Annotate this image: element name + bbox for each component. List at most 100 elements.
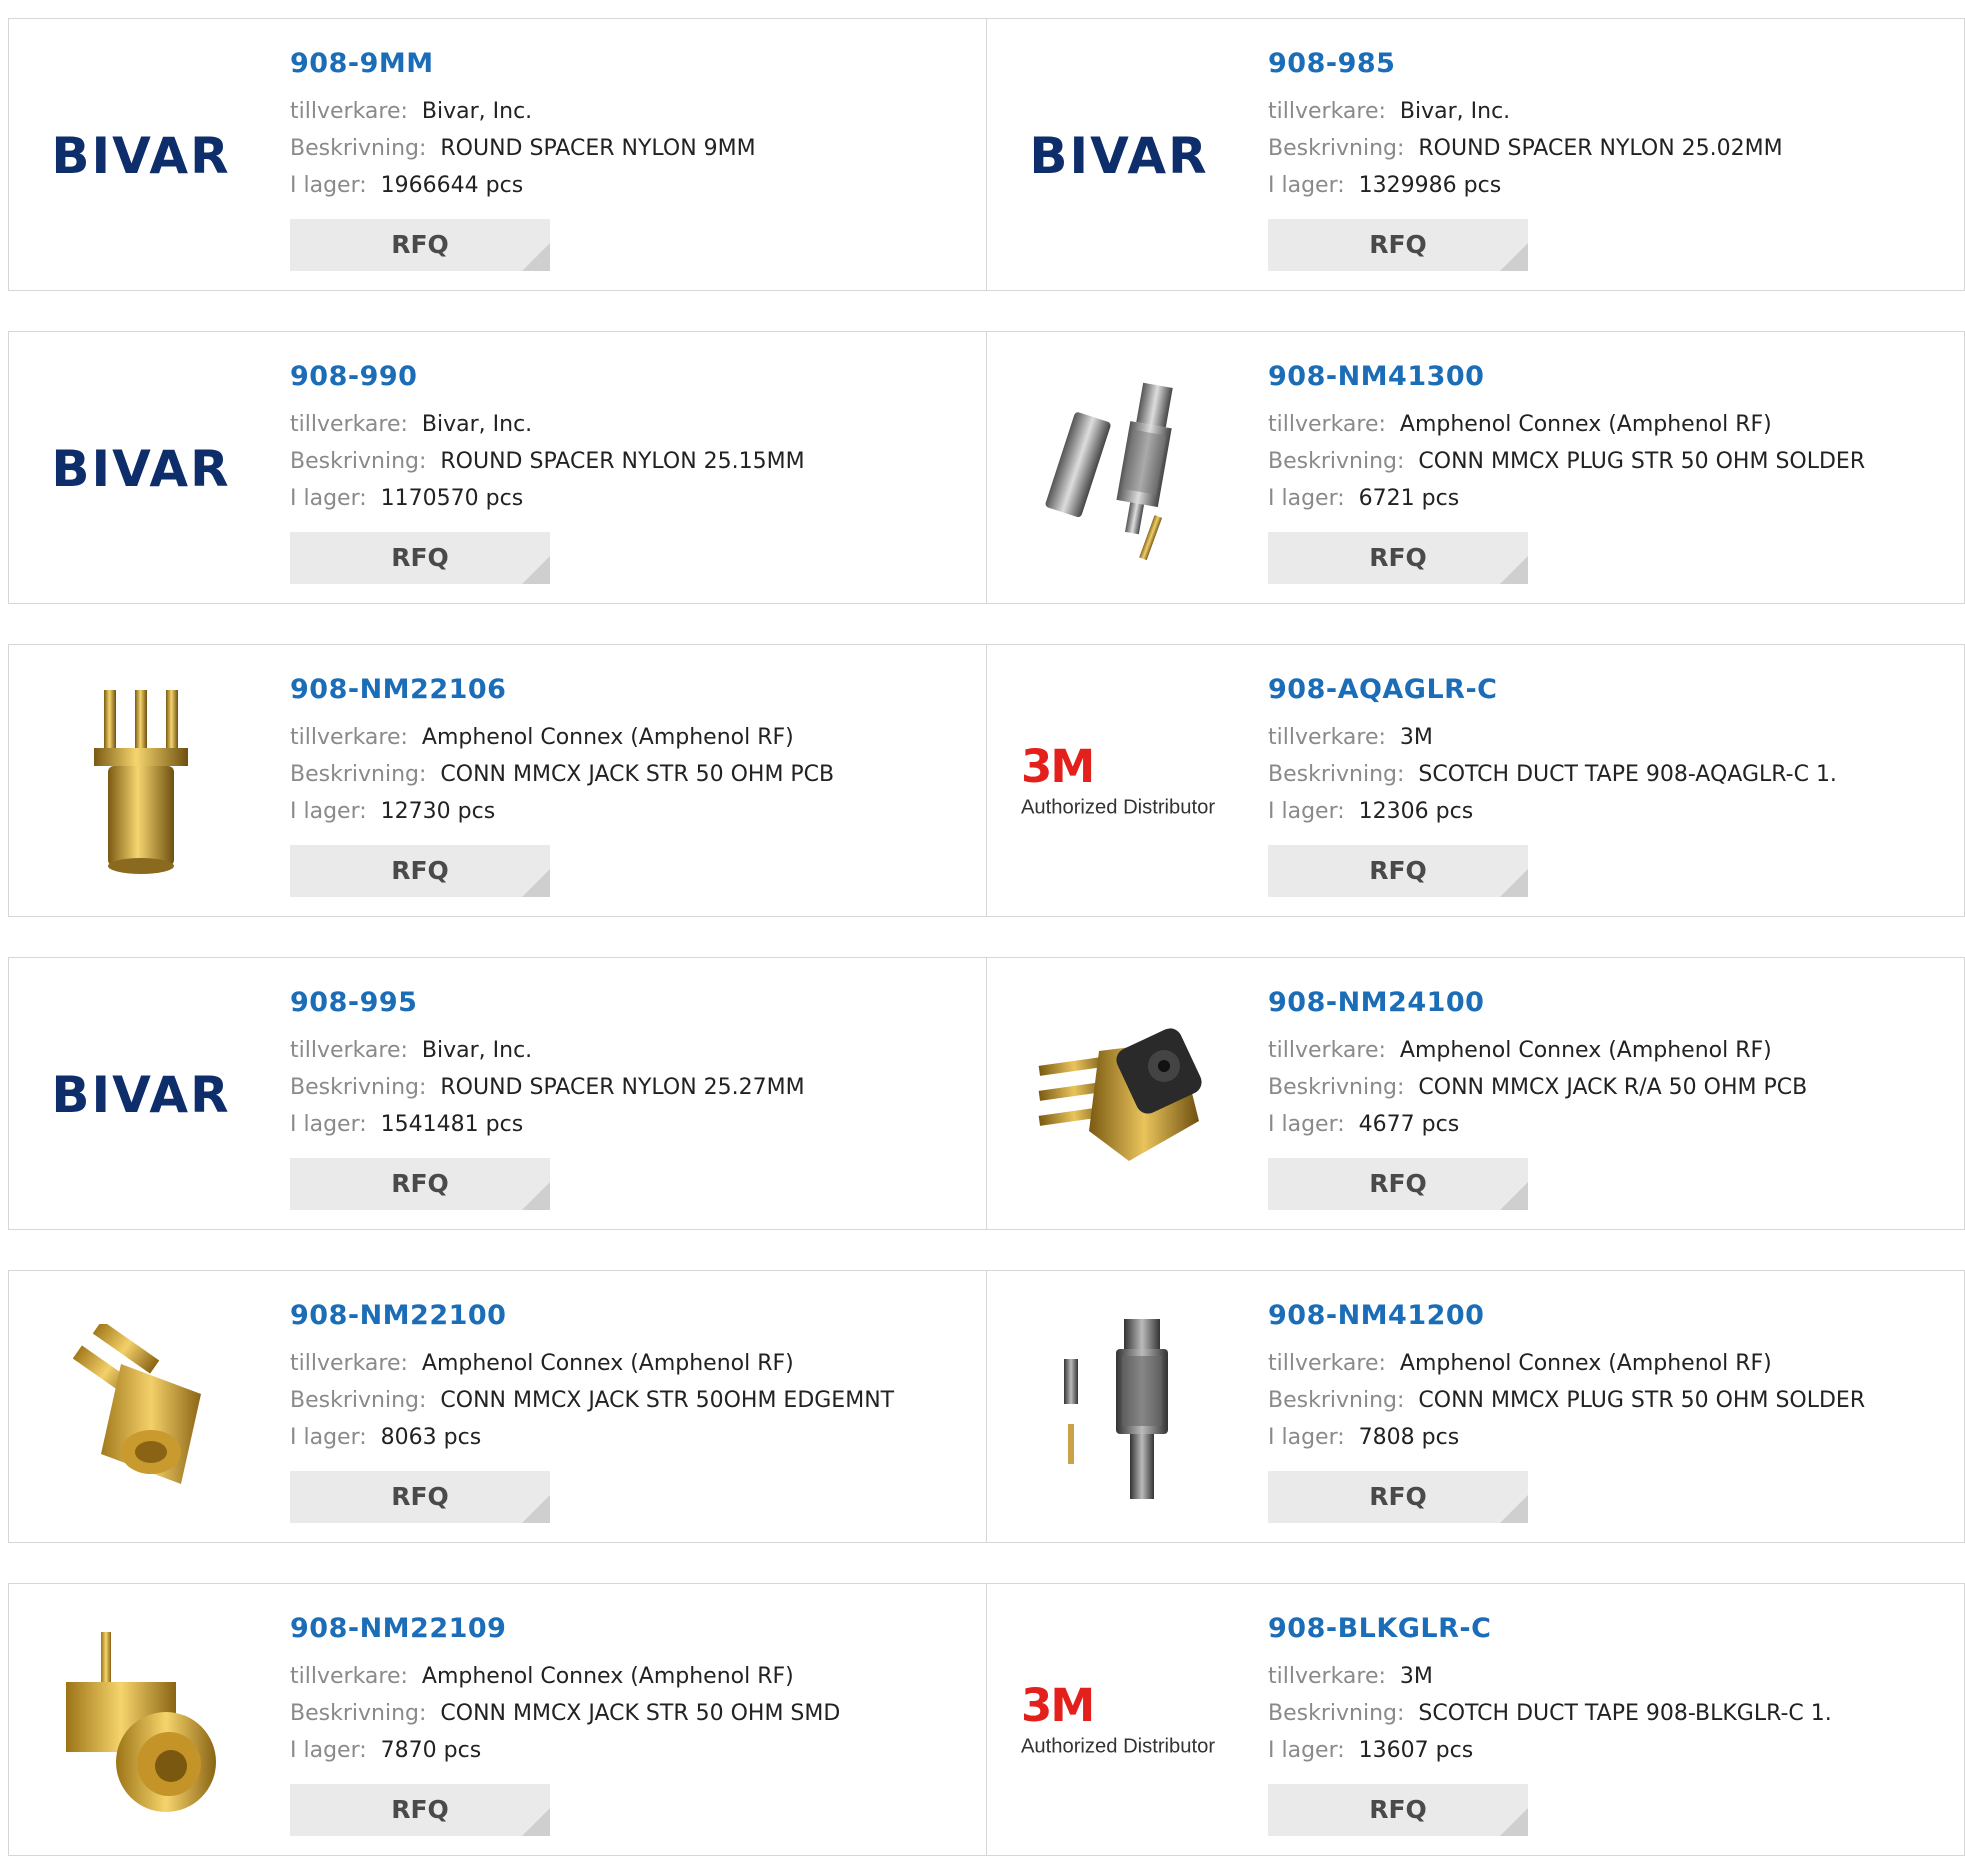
- manufacturer-line: tillverkare: 3M: [1268, 1658, 1954, 1695]
- rfq-button[interactable]: RFQ: [1268, 1784, 1528, 1836]
- description-value: CONN MMCX JACK STR 50 OHM PCB: [440, 762, 835, 787]
- part-number-link[interactable]: 908-NM41300: [1268, 360, 1954, 394]
- part-number-link[interactable]: 908-985: [1268, 47, 1954, 81]
- svg-text:3M: 3M: [1021, 740, 1093, 793]
- rfq-corner-decoration: [522, 1495, 550, 1523]
- part-number-link[interactable]: 908-NM22109: [290, 1612, 976, 1646]
- stock-line: I lager: 1966644 pcs: [290, 167, 976, 204]
- manufacturer-value: Amphenol Connex (Amphenol RF): [1399, 1038, 1772, 1063]
- rfq-corner-decoration: [1500, 243, 1528, 271]
- product-image[interactable]: [1019, 1309, 1219, 1509]
- stock-value: 1170570 pcs: [380, 486, 524, 511]
- product-image[interactable]: [41, 683, 241, 883]
- manufacturer-line: tillverkare: Amphenol Connex (Amphenol RF…: [1268, 406, 1954, 443]
- rfq-button[interactable]: RFQ: [1268, 532, 1528, 584]
- manufacturer-label: tillverkare:: [290, 412, 408, 437]
- description-line: Beskrivning: CONN MMCX JACK R/A 50 OHM PC…: [1268, 1069, 1954, 1106]
- description-value: CONN MMCX PLUG STR 50 OHM SOLDER: [1418, 449, 1866, 474]
- manufacturer-line: tillverkare: Amphenol Connex (Amphenol RF…: [1268, 1032, 1954, 1069]
- rfq-corner-decoration: [1500, 1495, 1528, 1523]
- product-image[interactable]: BIVAR: [41, 996, 241, 1196]
- mmcx-jack-smd-icon: [66, 1632, 216, 1812]
- product-image[interactable]: BIVAR: [41, 57, 241, 257]
- manufacturer-value: Bivar, Inc.: [1399, 99, 1511, 124]
- stock-line: I lager: 13607 pcs: [1268, 1732, 1954, 1769]
- product-image[interactable]: BIVAR: [1019, 57, 1219, 257]
- part-number-link[interactable]: 908-BLKGLR-C: [1268, 1612, 1954, 1646]
- description-line: Beskrivning: SCOTCH DUCT TAPE 908-AQAGLR-…: [1268, 756, 1954, 793]
- stock-value: 13607 pcs: [1358, 1738, 1474, 1763]
- stock-value: 12306 pcs: [1358, 799, 1474, 824]
- rfq-button[interactable]: RFQ: [1268, 1471, 1528, 1523]
- product-image[interactable]: 3M Authorized Distributor: [1019, 1622, 1219, 1822]
- product-row: BIVAR 908-9MM tillverkare: Bivar, Inc. Be…: [8, 18, 1965, 291]
- rfq-corner-decoration: [522, 243, 550, 271]
- product-info: 908-NM22100 tillverkare: Amphenol Connex …: [290, 1299, 976, 1456]
- product-image[interactable]: [1019, 996, 1219, 1196]
- svg-text:Authorized Distributor: Authorized Distributor: [1021, 795, 1215, 818]
- product-image[interactable]: [41, 1309, 241, 1509]
- product-image[interactable]: [41, 1622, 241, 1822]
- description-label: Beskrivning:: [1268, 449, 1405, 474]
- product-card: 3M Authorized Distributor 908-BLKGLR-C t…: [986, 1584, 1964, 1855]
- description-label: Beskrivning:: [290, 762, 427, 787]
- product-info: 908-995 tillverkare: Bivar, Inc. Beskrivn…: [290, 986, 976, 1143]
- manufacturer-label: tillverkare:: [1268, 99, 1386, 124]
- stock-value: 1966644 pcs: [380, 173, 524, 198]
- stock-line: I lager: 1541481 pcs: [290, 1106, 976, 1143]
- stock-line: I lager: 12306 pcs: [1268, 793, 1954, 830]
- product-card: 3M Authorized Distributor 908-AQAGLR-C t…: [986, 645, 1964, 916]
- manufacturer-value: Amphenol Connex (Amphenol RF): [421, 1351, 794, 1376]
- description-line: Beskrivning: ROUND SPACER NYLON 25.27MM: [290, 1069, 976, 1106]
- rfq-corner-decoration: [1500, 556, 1528, 584]
- rfq-button[interactable]: RFQ: [290, 1471, 550, 1523]
- rfq-button[interactable]: RFQ: [1268, 1158, 1528, 1210]
- rfq-button[interactable]: RFQ: [290, 219, 550, 271]
- part-number-link[interactable]: 908-NM24100: [1268, 986, 1954, 1020]
- part-number-link[interactable]: 908-9MM: [290, 47, 976, 81]
- stock-label: I lager:: [290, 1425, 367, 1450]
- rfq-label: RFQ: [1369, 1482, 1427, 1511]
- stock-label: I lager:: [290, 1738, 367, 1763]
- part-number-link[interactable]: 908-995: [290, 986, 976, 1020]
- manufacturer-value: Bivar, Inc.: [421, 412, 533, 437]
- part-number-link[interactable]: 908-AQAGLR-C: [1268, 673, 1954, 707]
- rfq-button[interactable]: RFQ: [1268, 845, 1528, 897]
- manufacturer-label: tillverkare:: [290, 1038, 408, 1063]
- product-card: 908-NM22106 tillverkare: Amphenol Connex …: [9, 645, 986, 916]
- rfq-label: RFQ: [391, 1795, 449, 1824]
- description-line: Beskrivning: ROUND SPACER NYLON 9MM: [290, 130, 976, 167]
- rfq-label: RFQ: [1369, 543, 1427, 572]
- rfq-button[interactable]: RFQ: [290, 1158, 550, 1210]
- stock-line: I lager: 1329986 pcs: [1268, 167, 1954, 204]
- part-number-link[interactable]: 908-NM22100: [290, 1299, 976, 1333]
- stock-value: 1541481 pcs: [380, 1112, 524, 1137]
- rfq-label: RFQ: [391, 856, 449, 885]
- product-image[interactable]: [1019, 370, 1219, 570]
- rfq-button[interactable]: RFQ: [290, 845, 550, 897]
- svg-text:BIVAR: BIVAR: [51, 127, 230, 185]
- part-number-link[interactable]: 908-NM41200: [1268, 1299, 1954, 1333]
- description-line: Beskrivning: CONN MMCX PLUG STR 50 OHM SO…: [1268, 443, 1954, 480]
- mmcx-plug-icon: [1064, 1319, 1168, 1499]
- stock-line: I lager: 7870 pcs: [290, 1732, 976, 1769]
- description-value: ROUND SPACER NYLON 9MM: [440, 136, 756, 161]
- manufacturer-label: tillverkare:: [1268, 1351, 1386, 1376]
- stock-label: I lager:: [1268, 173, 1345, 198]
- part-number-link[interactable]: 908-990: [290, 360, 976, 394]
- part-number-link[interactable]: 908-NM22106: [290, 673, 976, 707]
- product-info: 908-AQAGLR-C tillverkare: 3M Beskrivning:…: [1268, 673, 1954, 830]
- stock-label: I lager:: [290, 173, 367, 198]
- rfq-button[interactable]: RFQ: [290, 1784, 550, 1836]
- description-value: CONN MMCX JACK STR 50OHM EDGEMNT: [440, 1388, 895, 1413]
- stock-value: 4677 pcs: [1358, 1112, 1460, 1137]
- product-card: 908-NM41300 tillverkare: Amphenol Connex …: [986, 332, 1964, 603]
- rfq-corner-decoration: [522, 1808, 550, 1836]
- manufacturer-label: tillverkare:: [1268, 1038, 1386, 1063]
- rfq-button[interactable]: RFQ: [1268, 219, 1528, 271]
- mmcx-jack-ra-icon: [1038, 1028, 1202, 1161]
- product-image[interactable]: BIVAR: [41, 370, 241, 570]
- description-label: Beskrivning:: [1268, 1388, 1405, 1413]
- product-image[interactable]: 3M Authorized Distributor: [1019, 683, 1219, 883]
- rfq-button[interactable]: RFQ: [290, 532, 550, 584]
